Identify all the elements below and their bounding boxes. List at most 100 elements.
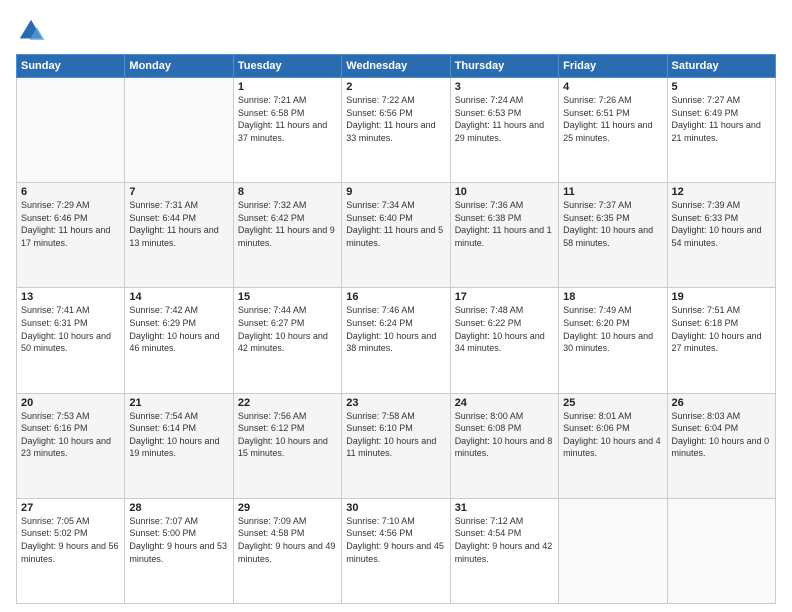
day-info: Sunrise: 7:22 AM Sunset: 6:56 PM Dayligh… — [346, 94, 445, 144]
calendar-cell: 12Sunrise: 7:39 AM Sunset: 6:33 PM Dayli… — [667, 183, 775, 288]
day-header-sunday: Sunday — [17, 55, 125, 78]
day-number: 28 — [129, 502, 228, 514]
calendar-cell — [667, 498, 775, 603]
day-info: Sunrise: 7:53 AM Sunset: 6:16 PM Dayligh… — [21, 410, 120, 460]
day-number: 29 — [238, 502, 337, 514]
day-info: Sunrise: 7:51 AM Sunset: 6:18 PM Dayligh… — [672, 304, 771, 354]
day-info: Sunrise: 8:03 AM Sunset: 6:04 PM Dayligh… — [672, 410, 771, 460]
calendar-cell: 27Sunrise: 7:05 AM Sunset: 5:02 PM Dayli… — [17, 498, 125, 603]
day-number: 5 — [672, 81, 771, 93]
calendar-cell: 11Sunrise: 7:37 AM Sunset: 6:35 PM Dayli… — [559, 183, 667, 288]
calendar-table: SundayMondayTuesdayWednesdayThursdayFrid… — [16, 54, 776, 604]
calendar-header-row: SundayMondayTuesdayWednesdayThursdayFrid… — [17, 55, 776, 78]
header — [16, 16, 776, 46]
calendar-cell: 2Sunrise: 7:22 AM Sunset: 6:56 PM Daylig… — [342, 78, 450, 183]
calendar-cell: 28Sunrise: 7:07 AM Sunset: 5:00 PM Dayli… — [125, 498, 233, 603]
calendar-cell: 20Sunrise: 7:53 AM Sunset: 6:16 PM Dayli… — [17, 393, 125, 498]
day-header-friday: Friday — [559, 55, 667, 78]
day-info: Sunrise: 7:49 AM Sunset: 6:20 PM Dayligh… — [563, 304, 662, 354]
calendar-cell: 24Sunrise: 8:00 AM Sunset: 6:08 PM Dayli… — [450, 393, 558, 498]
day-header-tuesday: Tuesday — [233, 55, 341, 78]
day-info: Sunrise: 7:46 AM Sunset: 6:24 PM Dayligh… — [346, 304, 445, 354]
day-number: 27 — [21, 502, 120, 514]
calendar-cell: 19Sunrise: 7:51 AM Sunset: 6:18 PM Dayli… — [667, 288, 775, 393]
day-info: Sunrise: 7:24 AM Sunset: 6:53 PM Dayligh… — [455, 94, 554, 144]
day-number: 25 — [563, 397, 662, 409]
calendar-cell — [125, 78, 233, 183]
day-number: 22 — [238, 397, 337, 409]
day-info: Sunrise: 7:31 AM Sunset: 6:44 PM Dayligh… — [129, 199, 228, 249]
logo — [16, 16, 50, 46]
day-info: Sunrise: 7:26 AM Sunset: 6:51 PM Dayligh… — [563, 94, 662, 144]
calendar-cell — [17, 78, 125, 183]
day-info: Sunrise: 7:34 AM Sunset: 6:40 PM Dayligh… — [346, 199, 445, 249]
calendar-cell: 13Sunrise: 7:41 AM Sunset: 6:31 PM Dayli… — [17, 288, 125, 393]
day-number: 21 — [129, 397, 228, 409]
day-number: 6 — [21, 186, 120, 198]
day-info: Sunrise: 7:09 AM Sunset: 4:58 PM Dayligh… — [238, 515, 337, 565]
page: SundayMondayTuesdayWednesdayThursdayFrid… — [0, 0, 792, 612]
calendar-cell: 7Sunrise: 7:31 AM Sunset: 6:44 PM Daylig… — [125, 183, 233, 288]
day-header-saturday: Saturday — [667, 55, 775, 78]
calendar-cell: 14Sunrise: 7:42 AM Sunset: 6:29 PM Dayli… — [125, 288, 233, 393]
day-number: 20 — [21, 397, 120, 409]
day-number: 12 — [672, 186, 771, 198]
day-info: Sunrise: 7:36 AM Sunset: 6:38 PM Dayligh… — [455, 199, 554, 249]
calendar-week-row: 1Sunrise: 7:21 AM Sunset: 6:58 PM Daylig… — [17, 78, 776, 183]
day-number: 10 — [455, 186, 554, 198]
day-info: Sunrise: 7:27 AM Sunset: 6:49 PM Dayligh… — [672, 94, 771, 144]
day-info: Sunrise: 7:42 AM Sunset: 6:29 PM Dayligh… — [129, 304, 228, 354]
calendar-week-row: 13Sunrise: 7:41 AM Sunset: 6:31 PM Dayli… — [17, 288, 776, 393]
day-header-thursday: Thursday — [450, 55, 558, 78]
day-number: 30 — [346, 502, 445, 514]
day-info: Sunrise: 7:54 AM Sunset: 6:14 PM Dayligh… — [129, 410, 228, 460]
day-number: 7 — [129, 186, 228, 198]
calendar-cell: 15Sunrise: 7:44 AM Sunset: 6:27 PM Dayli… — [233, 288, 341, 393]
day-number: 31 — [455, 502, 554, 514]
day-number: 19 — [672, 291, 771, 303]
day-info: Sunrise: 7:10 AM Sunset: 4:56 PM Dayligh… — [346, 515, 445, 565]
day-info: Sunrise: 7:37 AM Sunset: 6:35 PM Dayligh… — [563, 199, 662, 249]
day-number: 18 — [563, 291, 662, 303]
calendar-cell: 23Sunrise: 7:58 AM Sunset: 6:10 PM Dayli… — [342, 393, 450, 498]
logo-icon — [16, 16, 46, 46]
day-number: 14 — [129, 291, 228, 303]
day-info: Sunrise: 7:32 AM Sunset: 6:42 PM Dayligh… — [238, 199, 337, 249]
day-number: 24 — [455, 397, 554, 409]
calendar-cell: 17Sunrise: 7:48 AM Sunset: 6:22 PM Dayli… — [450, 288, 558, 393]
calendar-cell: 26Sunrise: 8:03 AM Sunset: 6:04 PM Dayli… — [667, 393, 775, 498]
day-info: Sunrise: 7:39 AM Sunset: 6:33 PM Dayligh… — [672, 199, 771, 249]
calendar-week-row: 27Sunrise: 7:05 AM Sunset: 5:02 PM Dayli… — [17, 498, 776, 603]
day-info: Sunrise: 8:01 AM Sunset: 6:06 PM Dayligh… — [563, 410, 662, 460]
day-number: 3 — [455, 81, 554, 93]
day-info: Sunrise: 7:21 AM Sunset: 6:58 PM Dayligh… — [238, 94, 337, 144]
calendar-cell: 30Sunrise: 7:10 AM Sunset: 4:56 PM Dayli… — [342, 498, 450, 603]
day-number: 23 — [346, 397, 445, 409]
day-info: Sunrise: 7:44 AM Sunset: 6:27 PM Dayligh… — [238, 304, 337, 354]
day-number: 4 — [563, 81, 662, 93]
calendar-cell: 6Sunrise: 7:29 AM Sunset: 6:46 PM Daylig… — [17, 183, 125, 288]
calendar-week-row: 20Sunrise: 7:53 AM Sunset: 6:16 PM Dayli… — [17, 393, 776, 498]
calendar-cell: 25Sunrise: 8:01 AM Sunset: 6:06 PM Dayli… — [559, 393, 667, 498]
day-number: 9 — [346, 186, 445, 198]
calendar-cell: 3Sunrise: 7:24 AM Sunset: 6:53 PM Daylig… — [450, 78, 558, 183]
day-info: Sunrise: 8:00 AM Sunset: 6:08 PM Dayligh… — [455, 410, 554, 460]
calendar-week-row: 6Sunrise: 7:29 AM Sunset: 6:46 PM Daylig… — [17, 183, 776, 288]
day-number: 13 — [21, 291, 120, 303]
day-number: 16 — [346, 291, 445, 303]
day-info: Sunrise: 7:56 AM Sunset: 6:12 PM Dayligh… — [238, 410, 337, 460]
day-number: 2 — [346, 81, 445, 93]
day-info: Sunrise: 7:05 AM Sunset: 5:02 PM Dayligh… — [21, 515, 120, 565]
calendar-cell: 16Sunrise: 7:46 AM Sunset: 6:24 PM Dayli… — [342, 288, 450, 393]
calendar-cell: 18Sunrise: 7:49 AM Sunset: 6:20 PM Dayli… — [559, 288, 667, 393]
calendar-cell: 4Sunrise: 7:26 AM Sunset: 6:51 PM Daylig… — [559, 78, 667, 183]
day-info: Sunrise: 7:58 AM Sunset: 6:10 PM Dayligh… — [346, 410, 445, 460]
day-number: 26 — [672, 397, 771, 409]
calendar-cell: 29Sunrise: 7:09 AM Sunset: 4:58 PM Dayli… — [233, 498, 341, 603]
calendar-cell: 1Sunrise: 7:21 AM Sunset: 6:58 PM Daylig… — [233, 78, 341, 183]
day-number: 17 — [455, 291, 554, 303]
day-info: Sunrise: 7:29 AM Sunset: 6:46 PM Dayligh… — [21, 199, 120, 249]
day-number: 11 — [563, 186, 662, 198]
day-info: Sunrise: 7:41 AM Sunset: 6:31 PM Dayligh… — [21, 304, 120, 354]
calendar-cell: 9Sunrise: 7:34 AM Sunset: 6:40 PM Daylig… — [342, 183, 450, 288]
